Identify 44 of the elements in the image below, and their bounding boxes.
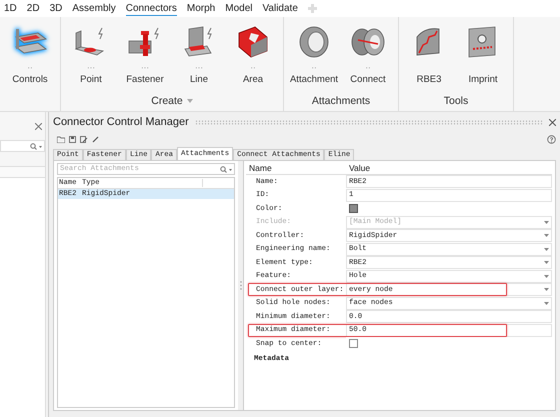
column-header: Name bbox=[248, 163, 273, 173]
dropdown-arrow-icon bbox=[544, 234, 549, 238]
menu-tab[interactable]: Assembly bbox=[72, 1, 116, 16]
menu-tab[interactable]: Model bbox=[225, 1, 252, 16]
dropdown-arrow-icon bbox=[544, 274, 549, 278]
caret-icon[interactable] bbox=[186, 99, 193, 103]
close-icon[interactable] bbox=[549, 118, 556, 126]
ribbon-tool[interactable]: RBE3 bbox=[402, 17, 456, 91]
ribbon-tool[interactable]: ·· Attachment bbox=[287, 17, 341, 91]
save-icon[interactable] bbox=[69, 136, 76, 142]
menu-tab[interactable]: Morph bbox=[186, 1, 216, 16]
ribbon-tool[interactable]: ··· Fastener bbox=[118, 17, 172, 91]
menu-tab[interactable]: 1D bbox=[4, 1, 17, 16]
color-swatch[interactable] bbox=[349, 204, 358, 214]
dropdown-arrow-icon bbox=[544, 261, 549, 264]
ribbon-tool[interactable]: ··· Point bbox=[64, 17, 118, 91]
group-label: Tools bbox=[444, 95, 468, 107]
menu-tab[interactable]: Validate bbox=[262, 1, 298, 16]
menu-tab[interactable]: 3D bbox=[50, 1, 62, 16]
column-header: Value bbox=[348, 163, 370, 173]
dropdown-arrow-icon bbox=[544, 220, 549, 224]
ribbon-tool[interactable]: ·· Controls bbox=[3, 17, 57, 91]
group-label: Create bbox=[151, 95, 183, 107]
ribbon-tool[interactable]: Imprint bbox=[456, 17, 510, 91]
ribbon-tool[interactable]: ·· Area bbox=[226, 17, 280, 91]
close-icon[interactable] bbox=[35, 122, 42, 130]
dialog-title: Connector Control Manager bbox=[53, 116, 189, 128]
ribbon-tool[interactable]: ··· Line bbox=[172, 17, 226, 91]
splitter-handle[interactable] bbox=[240, 281, 242, 290]
group-label: Attachments bbox=[312, 95, 370, 107]
search-icon bbox=[30, 142, 42, 150]
menu-tab[interactable]: 2D bbox=[26, 1, 40, 16]
menu-tab[interactable]: Connectors bbox=[126, 1, 177, 16]
checkbox[interactable] bbox=[349, 339, 358, 348]
dropdown-arrow-icon bbox=[544, 288, 549, 292]
search-icon bbox=[220, 166, 232, 172]
pencil-icon[interactable] bbox=[92, 136, 99, 142]
search-field[interactable] bbox=[0, 140, 45, 152]
dropdown-arrow-icon bbox=[544, 248, 549, 251]
ribbon-tool[interactable]: ·· Connect bbox=[341, 17, 395, 91]
save-as-icon[interactable] bbox=[80, 136, 88, 142]
folder-icon[interactable] bbox=[57, 136, 65, 142]
help-icon[interactable] bbox=[547, 134, 556, 144]
dropdown-arrow-icon bbox=[544, 302, 549, 305]
